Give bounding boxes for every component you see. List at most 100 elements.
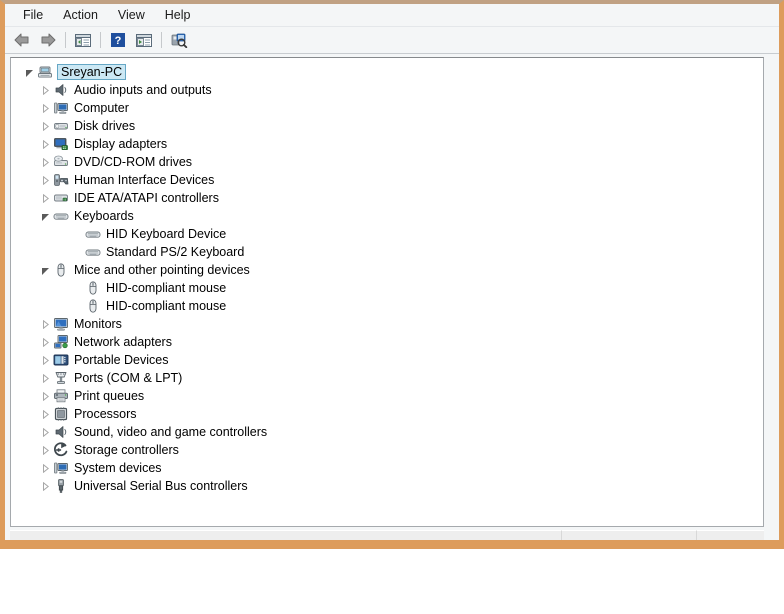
menu-item-file[interactable]: File [13, 6, 53, 25]
tree-node-label: HID-compliant mouse [106, 298, 226, 314]
expanded-twisty-icon[interactable] [21, 63, 37, 81]
scan-for-hardware-changes-icon[interactable] [167, 29, 191, 51]
tree-node-label: Network adapters [74, 334, 172, 350]
tree-node[interactable]: Universal Serial Bus controllers [11, 477, 763, 495]
collapsed-twisty-icon[interactable] [37, 189, 53, 207]
tree-node-label: Mice and other pointing devices [74, 262, 250, 278]
tree-node-label: Portable Devices [74, 352, 169, 368]
tree-node-label: Audio inputs and outputs [74, 82, 212, 98]
tree-node-label: Processors [74, 406, 137, 422]
svg-text:?: ? [115, 35, 122, 47]
tree-node[interactable]: Mice and other pointing devices [11, 261, 763, 279]
device-manager-window: File Action View Help [0, 0, 784, 549]
tree-node[interactable]: Network adapters [11, 333, 763, 351]
portable-device-icon [53, 352, 69, 368]
system-device-icon [53, 460, 69, 476]
collapsed-twisty-icon[interactable] [37, 153, 53, 171]
storage-controller-icon [53, 442, 69, 458]
menu-item-view[interactable]: View [108, 6, 155, 25]
status-pane-secondary [561, 530, 696, 548]
tree-node[interactable]: DVD/CD-ROM drives [11, 153, 763, 171]
computer-root-icon [37, 64, 53, 80]
tree-node[interactable]: Portable Devices [11, 351, 763, 369]
expanded-twisty-icon[interactable] [37, 261, 53, 279]
tree-node-label: Print queues [74, 388, 144, 404]
display-adapter-icon [53, 136, 69, 152]
mouse-icon [85, 280, 101, 296]
collapsed-twisty-icon[interactable] [37, 117, 53, 135]
collapsed-twisty-icon[interactable] [37, 459, 53, 477]
tree-node-label: Ports (COM & LPT) [74, 370, 182, 386]
twisty-placeholder [69, 243, 85, 261]
tree-node[interactable]: Keyboards [11, 207, 763, 225]
tree-node[interactable]: Ports (COM & LPT) [11, 369, 763, 387]
show-hide-console-tree-icon[interactable] [71, 29, 95, 51]
tree-node-label: Sound, video and game controllers [74, 424, 267, 440]
tree-node[interactable]: Processors [11, 405, 763, 423]
collapsed-twisty-icon[interactable] [37, 351, 53, 369]
printer-icon [53, 388, 69, 404]
collapsed-twisty-icon[interactable] [37, 477, 53, 495]
status-pane-main [10, 530, 561, 548]
collapsed-twisty-icon[interactable] [37, 405, 53, 423]
tree-node[interactable]: Human Interface Devices [11, 171, 763, 189]
collapsed-twisty-icon[interactable] [37, 333, 53, 351]
keyboard-icon [85, 244, 101, 260]
tree-node[interactable]: Storage controllers [11, 441, 763, 459]
tree-node[interactable]: Print queues [11, 387, 763, 405]
tree-node-label: HID-compliant mouse [106, 280, 226, 296]
collapsed-twisty-icon[interactable] [37, 369, 53, 387]
tree-node[interactable]: HID-compliant mouse [11, 297, 763, 315]
tree-node[interactable]: Monitors [11, 315, 763, 333]
tree-node[interactable]: HID Keyboard Device [11, 225, 763, 243]
collapsed-twisty-icon[interactable] [37, 441, 53, 459]
ide-controller-icon [53, 190, 69, 206]
collapsed-twisty-icon[interactable] [37, 81, 53, 99]
menu-item-help[interactable]: Help [155, 6, 201, 25]
toolbar-separator-1 [65, 32, 66, 48]
collapsed-twisty-icon[interactable] [37, 171, 53, 189]
device-tree-pane[interactable]: Sreyan-PC Audio inputs and outputsComput… [10, 57, 764, 527]
tree-node-label: DVD/CD-ROM drives [74, 154, 192, 170]
tree-node[interactable]: System devices [11, 459, 763, 477]
tree-node-root-label: Sreyan-PC [57, 64, 126, 80]
monitor-icon [53, 316, 69, 332]
tree-node[interactable]: IDE ATA/ATAPI controllers [11, 189, 763, 207]
speaker-icon [53, 424, 69, 440]
twisty-placeholder [69, 225, 85, 243]
back-arrow-icon[interactable] [10, 29, 34, 51]
help-icon[interactable]: ? [106, 29, 130, 51]
tree-node[interactable]: Computer [11, 99, 763, 117]
properties-icon[interactable] [132, 29, 156, 51]
twisty-placeholder [69, 297, 85, 315]
status-pane-tertiary [696, 530, 764, 548]
tree-node-label: Display adapters [74, 136, 167, 152]
tree-node[interactable]: Display adapters [11, 135, 763, 153]
tree-node[interactable]: Disk drives [11, 117, 763, 135]
collapsed-twisty-icon[interactable] [37, 423, 53, 441]
collapsed-twisty-icon[interactable] [37, 99, 53, 117]
forward-arrow-icon[interactable] [36, 29, 60, 51]
tree-node[interactable]: Audio inputs and outputs [11, 81, 763, 99]
tree-node-label: IDE ATA/ATAPI controllers [74, 190, 219, 206]
tree-node-root[interactable]: Sreyan-PC [11, 63, 763, 81]
mouse-icon [85, 298, 101, 314]
keyboard-icon [53, 208, 69, 224]
tree-node[interactable]: Sound, video and game controllers [11, 423, 763, 441]
tree-node-label: Disk drives [74, 118, 135, 134]
expanded-twisty-icon[interactable] [37, 207, 53, 225]
speaker-icon [53, 82, 69, 98]
menu-item-action[interactable]: Action [53, 6, 108, 25]
twisty-placeholder [69, 279, 85, 297]
tree-node-label: Standard PS/2 Keyboard [106, 244, 244, 260]
collapsed-twisty-icon[interactable] [37, 315, 53, 333]
processor-icon [53, 406, 69, 422]
menu-bar: File Action View Help [5, 4, 779, 27]
collapsed-twisty-icon[interactable] [37, 135, 53, 153]
collapsed-twisty-icon[interactable] [37, 387, 53, 405]
tree-node[interactable]: Standard PS/2 Keyboard [11, 243, 763, 261]
tree-node-label: Human Interface Devices [74, 172, 214, 188]
tree-node[interactable]: HID-compliant mouse [11, 279, 763, 297]
toolbar: ? [5, 27, 779, 54]
tree-node-label: HID Keyboard Device [106, 226, 226, 242]
